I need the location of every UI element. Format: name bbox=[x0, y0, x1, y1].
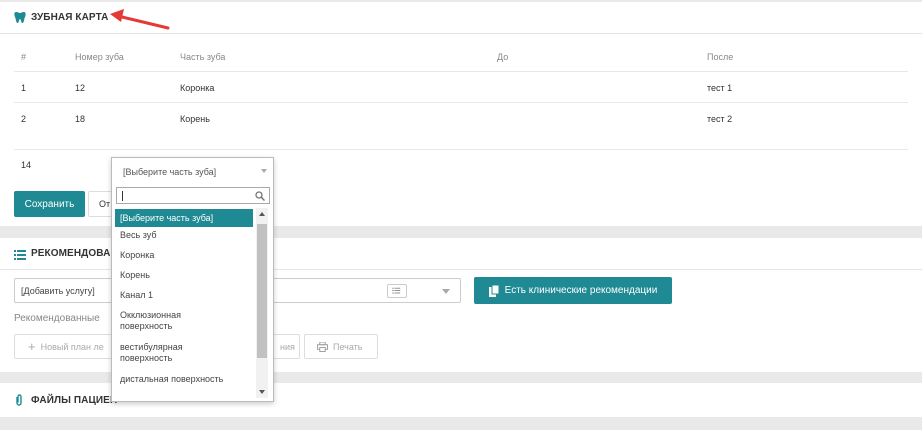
clinical-recommendations-label: Есть клинические рекомендации bbox=[504, 285, 658, 296]
dropdown-scrollbar[interactable] bbox=[256, 208, 268, 398]
save-button-label: Сохранить bbox=[24, 198, 75, 210]
scrollbar-thumb[interactable] bbox=[257, 224, 267, 358]
chevron-down-icon[interactable] bbox=[442, 289, 450, 294]
recommendations-title: РЕКОМЕНДОВАН bbox=[31, 248, 118, 259]
cancel-button-label: От bbox=[99, 199, 111, 209]
printer-icon bbox=[317, 341, 328, 352]
dropdown-option[interactable]: Корень bbox=[115, 270, 253, 281]
row-after: тест 1 bbox=[707, 83, 733, 93]
new-plan-label: Новый план ле bbox=[40, 341, 104, 352]
row-part: Корень bbox=[180, 114, 210, 124]
print-label: Печать bbox=[333, 341, 363, 352]
row-part: Коронка bbox=[180, 83, 215, 93]
dropdown-option[interactable]: Канал 1 bbox=[115, 290, 253, 301]
row-number: 2 bbox=[21, 114, 27, 124]
next-panel bbox=[0, 430, 922, 440]
dropdown-option[interactable]: Весь зуб bbox=[115, 230, 253, 241]
chevron-down-icon[interactable] bbox=[261, 169, 267, 173]
annotation-arrow bbox=[110, 9, 170, 30]
dropdown-search-input[interactable] bbox=[116, 187, 270, 204]
document-icon bbox=[488, 284, 499, 297]
dropdown-option[interactable]: Коронка bbox=[115, 250, 253, 261]
recommendation-action-button[interactable]: ния bbox=[270, 334, 300, 359]
add-service-placeholder: [Добавить услугу] bbox=[21, 286, 95, 296]
scroll-up-icon[interactable] bbox=[259, 212, 265, 216]
save-button[interactable]: Сохранить bbox=[14, 191, 85, 217]
plus-icon: + bbox=[28, 339, 36, 354]
table-divider bbox=[14, 71, 908, 72]
table-divider bbox=[14, 149, 908, 150]
col-header-tooth: Номер зуба bbox=[75, 52, 124, 62]
table-divider bbox=[14, 102, 908, 103]
tooth-icon bbox=[14, 12, 26, 23]
col-header-number: # bbox=[21, 52, 27, 62]
col-header-after: После bbox=[707, 52, 734, 62]
text-cursor bbox=[122, 191, 123, 201]
col-header-before: До bbox=[497, 52, 509, 62]
new-tooth-number-input[interactable]: 14 bbox=[21, 160, 31, 170]
new-plan-button[interactable]: + Новый план ле bbox=[14, 334, 124, 359]
search-icon bbox=[255, 191, 265, 201]
list-toggle-icon[interactable] bbox=[387, 284, 407, 298]
recommended-label: Рекомендованные bbox=[14, 313, 100, 324]
dental-chart-title: ЗУБНАЯ КАРТА bbox=[31, 12, 109, 23]
scroll-down-icon[interactable] bbox=[259, 390, 265, 394]
row-number: 1 bbox=[21, 83, 27, 93]
recommendation-action-label: ния bbox=[280, 341, 295, 352]
dropdown-option[interactable]: Окклюзионная поверхность bbox=[115, 310, 205, 332]
print-button[interactable]: Печать bbox=[304, 334, 378, 359]
dropdown-option[interactable]: [Выберите часть зуба] bbox=[115, 209, 253, 227]
row-tooth: 18 bbox=[75, 114, 86, 124]
dropdown-current-value: [Выберите часть зуба] bbox=[123, 167, 217, 177]
list-icon bbox=[14, 250, 26, 260]
dropdown-options-list: [Выберите часть зуба] Весь зуб Коронка К… bbox=[115, 208, 255, 398]
patient-files-title: ФАЙЛЫ ПАЦИЕН bbox=[31, 395, 118, 406]
row-tooth: 12 bbox=[75, 83, 86, 93]
dropdown-option[interactable]: дистальная поверхность bbox=[115, 374, 253, 385]
row-after: тест 2 bbox=[707, 114, 733, 124]
paperclip-icon bbox=[16, 394, 22, 406]
dropdown-option[interactable]: вестибулярная поверхность bbox=[115, 342, 210, 364]
col-header-part: Часть зуба bbox=[180, 52, 226, 62]
tooth-part-dropdown[interactable]: [Выберите часть зуба] [Выберите часть зу… bbox=[111, 157, 274, 402]
clinical-recommendations-button[interactable]: Есть клинические рекомендации bbox=[474, 277, 672, 304]
